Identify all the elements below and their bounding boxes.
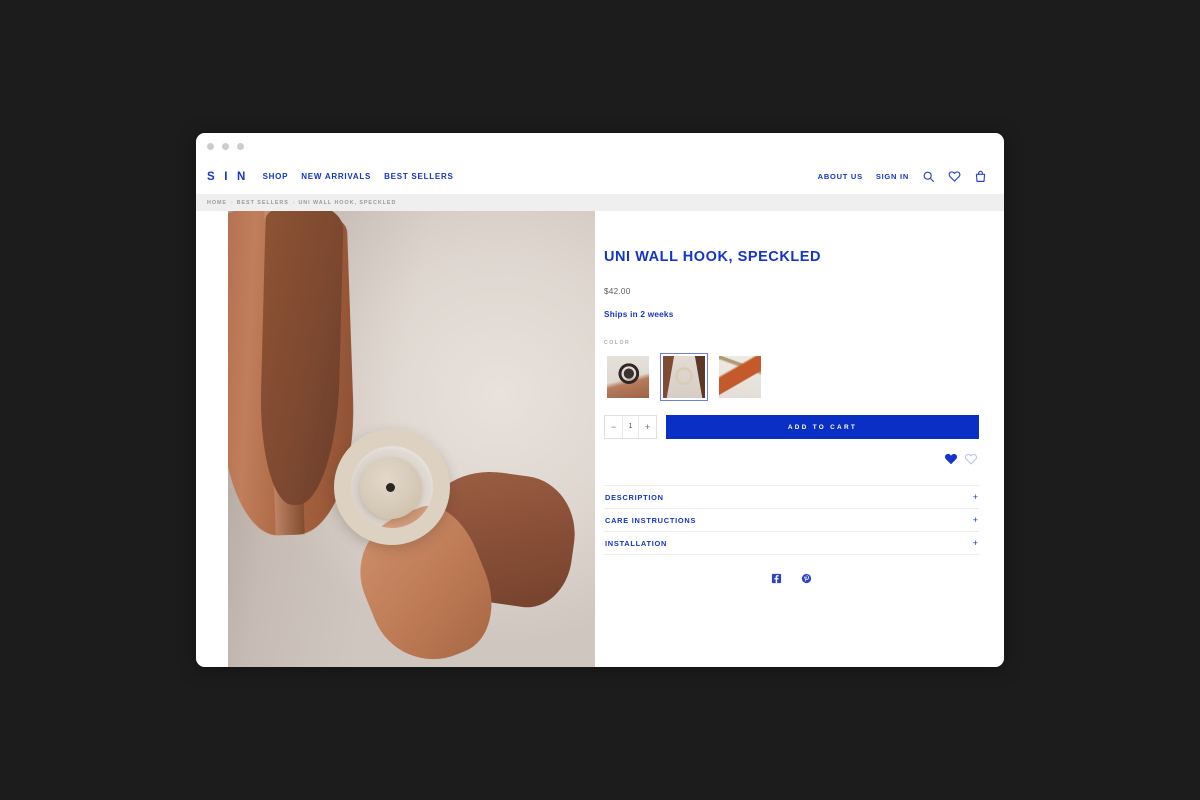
window-maximize-dot[interactable]: [237, 142, 244, 150]
browser-window: S I N SHOP NEW ARRIVALS BEST SELLERS ABO…: [196, 133, 1004, 667]
breadcrumb: HOME › BEST SELLERS › UNI WALL HOOK, SPE…: [207, 200, 396, 206]
accordion-item-installation[interactable]: INSTALLATION +: [604, 532, 979, 555]
quantity-decrement-button[interactable]: −: [605, 416, 622, 438]
social-share-row: [604, 573, 979, 584]
heart-outline-icon[interactable]: [964, 452, 978, 466]
image-ring-center-dot: [386, 483, 395, 492]
plus-icon: +: [972, 491, 978, 502]
breadcrumb-current: UNI WALL HOOK, SPECKLED: [298, 199, 397, 206]
breadcrumb-separator: ›: [292, 199, 295, 206]
product-price: $42.00: [604, 287, 631, 296]
wishlist-controls: [604, 452, 979, 466]
heart-icon[interactable]: [948, 170, 961, 183]
product-info-accordion: DESCRIPTION + CARE INSTRUCTIONS + INSTAL…: [604, 485, 979, 555]
plus-icon: +: [972, 514, 978, 525]
nav-link-sign-in[interactable]: SIGN IN: [876, 172, 909, 181]
accordion-item-care-instructions[interactable]: CARE INSTRUCTIONS +: [604, 509, 979, 532]
page-title: UNI WALL HOOK, SPECKLED: [604, 249, 822, 265]
heart-filled-icon[interactable]: [944, 452, 958, 466]
add-to-cart-button[interactable]: ADD TO CART: [666, 415, 979, 439]
site-header: S I N SHOP NEW ARRIVALS BEST SELLERS ABO…: [196, 159, 1004, 194]
pinterest-icon[interactable]: [801, 573, 812, 584]
breadcrumb-best-sellers[interactable]: BEST SELLERS: [237, 200, 289, 206]
color-swatch-list: [604, 353, 979, 401]
primary-nav: SHOP NEW ARRIVALS BEST SELLERS: [263, 172, 454, 181]
accordion-label: DESCRIPTION: [605, 492, 664, 502]
accordion-label: INSTALLATION: [605, 538, 668, 548]
breadcrumb-bar: HOME › BEST SELLERS › UNI WALL HOOK, SPE…: [196, 194, 1004, 211]
secondary-nav: ABOUT US SIGN IN: [818, 170, 987, 183]
breadcrumb-home[interactable]: HOME: [207, 200, 227, 206]
product-image-pane: [196, 211, 595, 667]
quantity-value[interactable]: 1: [622, 416, 639, 438]
product-hero-image[interactable]: [228, 211, 595, 667]
quantity-stepper: − 1 +: [604, 415, 657, 439]
nav-link-new-arrivals[interactable]: NEW ARRIVALS: [301, 172, 371, 181]
terracotta-vase-thumbnail: [719, 356, 761, 398]
window-minimize-dot[interactable]: [222, 142, 229, 150]
shopping-bag-icon[interactable]: [974, 170, 987, 183]
color-swatch-dark[interactable]: [604, 353, 652, 401]
color-label: COLOR: [604, 340, 631, 346]
nav-link-best-sellers[interactable]: BEST SELLERS: [384, 172, 453, 181]
nav-link-about-us[interactable]: ABOUT US: [818, 172, 863, 181]
product-details: UNI WALL HOOK, SPECKLED $42.00 Ships in …: [595, 211, 1004, 667]
facebook-icon[interactable]: [771, 573, 782, 584]
speckled-hook-thumbnail: [663, 356, 705, 398]
shipping-status: Ships in 2 weeks: [604, 310, 674, 319]
purchase-row: − 1 + ADD TO CART: [604, 415, 979, 439]
breadcrumb-separator: ›: [230, 199, 233, 206]
product-page: UNI WALL HOOK, SPECKLED $42.00 Ships in …: [196, 211, 1004, 667]
color-swatch-terracotta[interactable]: [716, 353, 764, 401]
quantity-increment-button[interactable]: +: [639, 416, 656, 438]
site-logo[interactable]: S I N: [207, 171, 249, 183]
window-close-dot[interactable]: [207, 142, 214, 150]
browser-titlebar: [196, 133, 1004, 159]
dark-hook-thumbnail: [607, 356, 649, 398]
accordion-label: CARE INSTRUCTIONS: [605, 515, 697, 525]
page-background: S I N SHOP NEW ARRIVALS BEST SELLERS ABO…: [0, 0, 1200, 800]
nav-link-shop[interactable]: SHOP: [263, 172, 289, 181]
accordion-item-description[interactable]: DESCRIPTION +: [604, 485, 979, 509]
plus-icon: +: [972, 537, 978, 548]
color-swatch-speckled[interactable]: [660, 353, 708, 401]
search-icon[interactable]: [922, 170, 935, 183]
